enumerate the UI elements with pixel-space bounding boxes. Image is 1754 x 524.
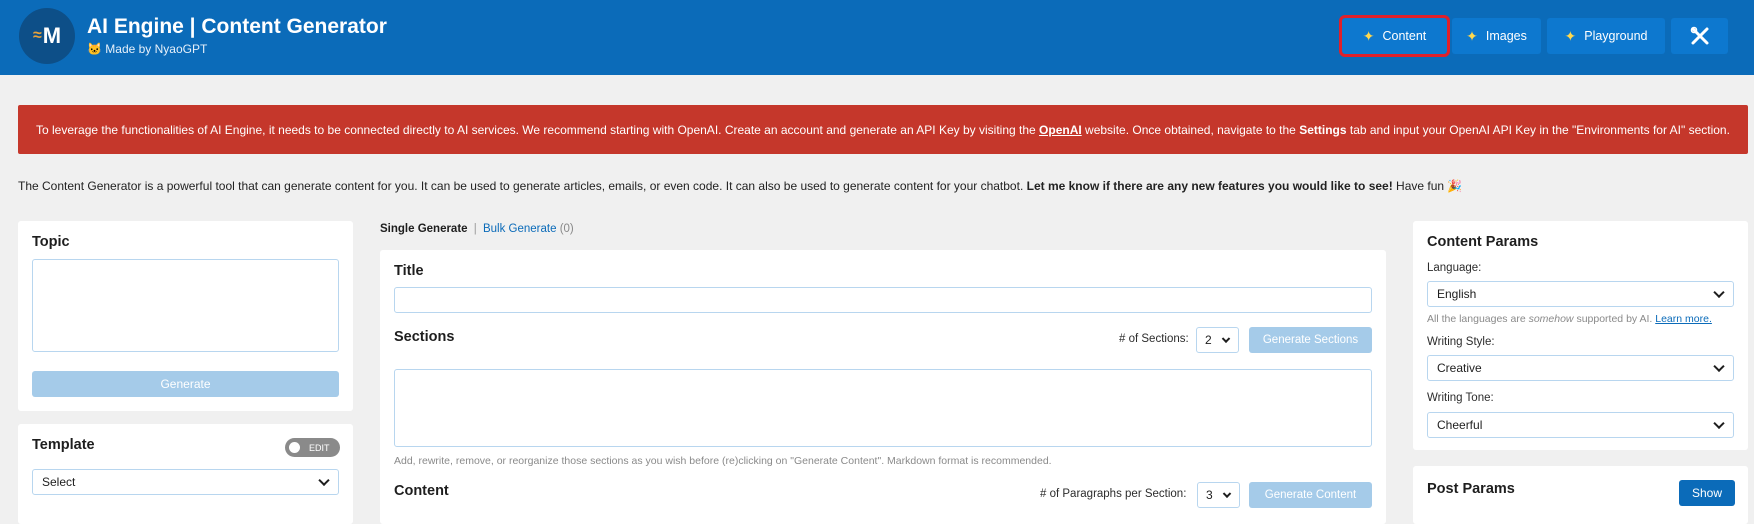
style-label: Writing Style:	[1427, 336, 1495, 348]
tab-bulk-generate[interactable]: Bulk Generate	[483, 223, 557, 235]
toggle-knob	[289, 442, 300, 453]
nav-settings-button[interactable]	[1671, 18, 1728, 54]
tone-select[interactable]: Cheerful	[1427, 412, 1734, 438]
content-label: Content	[394, 483, 449, 499]
paragraphs-count-value: 3	[1206, 488, 1213, 502]
hint-text: supported by AI.	[1573, 313, 1656, 325]
nav-content-label: Content	[1382, 29, 1427, 43]
language-select[interactable]: English	[1427, 281, 1734, 307]
api-key-alert: To leverage the functionalities of AI En…	[18, 105, 1748, 154]
app-logo: ≈ M	[19, 8, 75, 64]
alert-text: tab and input your OpenAI API Key in the…	[1346, 122, 1730, 137]
logo-letter: M	[42, 23, 62, 48]
tone-value: Cheerful	[1437, 418, 1483, 432]
sections-input[interactable]	[394, 369, 1372, 447]
toggle-label: EDIT	[309, 442, 330, 453]
sections-count-label: # of Sections:	[1119, 333, 1189, 345]
nav-playground-button[interactable]: ✦ Playground	[1547, 18, 1665, 54]
paragraphs-count-select[interactable]: 3	[1197, 482, 1240, 508]
openai-link[interactable]: OpenAI	[1039, 123, 1082, 137]
template-select[interactable]: Select	[32, 469, 339, 495]
intro-main: The Content Generator is a powerful tool…	[18, 179, 1027, 193]
alert-settings-text: Settings	[1299, 122, 1347, 137]
chevron-down-icon	[1222, 489, 1232, 499]
show-button[interactable]: Show	[1679, 480, 1735, 506]
intro-after: Have fun 🎉	[1392, 179, 1463, 193]
generate-sections-button[interactable]: Generate Sections	[1249, 327, 1372, 353]
nav-images-label: Images	[1485, 29, 1527, 43]
nav-content-button[interactable]: ✦ Content	[1339, 15, 1450, 57]
sections-label: Sections	[394, 329, 455, 345]
topic-title: Topic	[32, 234, 70, 250]
title-input[interactable]	[394, 287, 1372, 313]
post-params-title: Post Params	[1427, 481, 1515, 497]
learn-more-link[interactable]: Learn more.	[1655, 313, 1712, 325]
content-params-title: Content Params	[1427, 234, 1539, 250]
app-subtitle: 🐱 Made by NyaoGPT	[87, 42, 208, 56]
generate-tabs: Single Generate | Bulk Generate (0)	[380, 223, 574, 235]
nav-playground-label: Playground	[1584, 29, 1648, 43]
tools-icon	[1690, 26, 1708, 45]
generate-content-button[interactable]: Generate Content	[1249, 482, 1372, 508]
title-label: Title	[394, 263, 424, 279]
template-select-value: Select	[42, 475, 76, 489]
style-value: Creative	[1437, 361, 1482, 375]
alert-text: website. Once obtained, navigate to the	[1081, 122, 1300, 137]
intro-text: The Content Generator is a powerful tool…	[18, 179, 1462, 193]
language-value: English	[1437, 287, 1477, 301]
hint-text: All the languages are	[1427, 313, 1529, 325]
tab-separator: |	[473, 223, 477, 235]
language-label: Language:	[1427, 262, 1482, 274]
language-hint: All the languages are somehow supported …	[1427, 313, 1712, 325]
generate-button[interactable]: Generate	[32, 371, 339, 397]
nav-images-button[interactable]: ✦ Images	[1452, 18, 1541, 54]
chevron-down-icon	[318, 474, 330, 487]
sections-count-value: 2	[1205, 333, 1212, 347]
alert-text: To leverage the functionalities of AI En…	[36, 122, 1040, 137]
template-title: Template	[32, 437, 95, 453]
chevron-down-icon	[1713, 417, 1725, 430]
magic-wand-icon: ✦	[1466, 27, 1478, 44]
chevron-down-icon	[1713, 360, 1725, 373]
chevron-down-icon	[1221, 334, 1231, 344]
bulk-count: (0)	[559, 223, 574, 235]
magic-wand-icon: ✦	[1564, 27, 1577, 44]
style-select[interactable]: Creative	[1427, 355, 1734, 381]
sections-hint: Add, rewrite, remove, or reorganize thos…	[394, 455, 1052, 467]
paragraphs-count-label: # of Paragraphs per Section:	[1040, 488, 1187, 500]
hint-emphasis: somehow	[1528, 313, 1574, 325]
magic-wand-icon: ✦	[1362, 27, 1375, 44]
tone-label: Writing Tone:	[1427, 392, 1494, 404]
tab-single-generate[interactable]: Single Generate	[380, 223, 468, 235]
chevron-down-icon	[1713, 286, 1725, 299]
app-header: ≈ M AI Engine | Content Generator 🐱 Made …	[0, 0, 1754, 75]
cat-icon: ≈	[32, 27, 42, 44]
sections-count-select[interactable]: 2	[1196, 327, 1239, 353]
edit-toggle[interactable]: EDIT	[285, 438, 340, 457]
app-title: AI Engine | Content Generator	[87, 15, 387, 38]
topic-input[interactable]	[32, 259, 339, 352]
intro-bold: Let me know if there are any new feature…	[1026, 179, 1393, 193]
